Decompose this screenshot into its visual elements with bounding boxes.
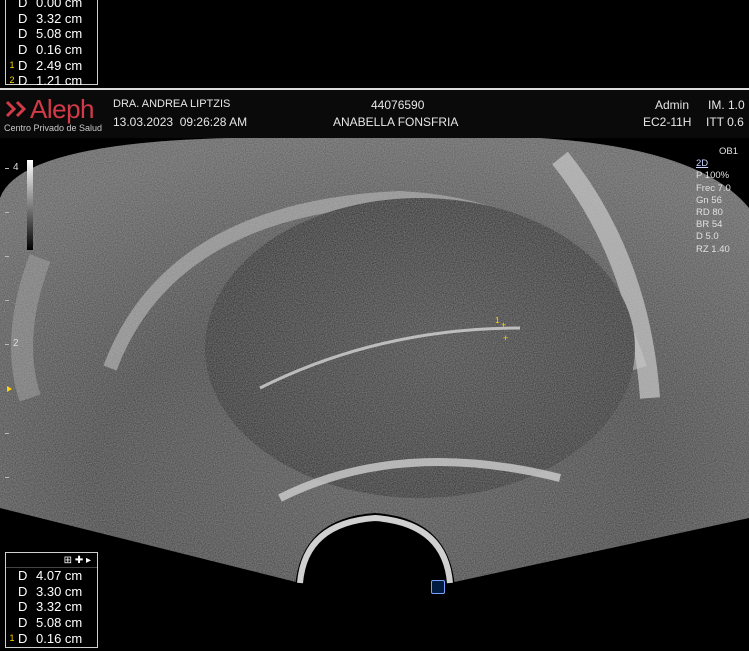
depth-tick [5, 168, 9, 169]
measurement-row: D 3.32 cm [6, 11, 97, 27]
measurement-label: D [18, 73, 28, 89]
measurement-label: D [18, 630, 28, 646]
focus-marker-icon [7, 386, 12, 392]
measurement-row: D 5.08 cm [6, 26, 97, 42]
orientation-icon[interactable] [431, 580, 445, 594]
depth-label: 2 [13, 338, 19, 349]
measurement-label: D [18, 568, 28, 584]
measurement-label: D [18, 57, 28, 73]
measurement-row: D 3.32 cm [6, 599, 97, 615]
depth-label: 4 [13, 162, 19, 173]
mechanical-index: IM. 1.0 [708, 98, 745, 112]
depth-tick [5, 344, 9, 345]
measurement-value: 0.00 cm [36, 0, 83, 11]
measurement-tools-icon[interactable]: ⊞ ✚ ▸ [64, 555, 91, 566]
param-line: P 100% [696, 170, 730, 182]
measurement-label: D [18, 0, 28, 11]
measurement-row: D 3.30 cm [6, 584, 97, 600]
param-line: BR 54 [696, 219, 723, 231]
measurement-row: 1 D 2.49 cm [6, 57, 97, 73]
measurement-value: 0.16 cm [36, 42, 83, 58]
probe-name: EC2-11H [643, 115, 692, 129]
measurement-label: D [18, 599, 28, 615]
depth-tick [5, 256, 9, 257]
logo: Aleph [30, 94, 95, 124]
measurement-value: 1.21 cm [36, 73, 83, 89]
doctor-name: DRA. ANDREA LIPTZIS [113, 98, 231, 110]
measurement-label: D [18, 10, 28, 26]
measurement-panel-top: D 0.00 cm D 3.32 cm D 5.08 cm D 0.16 cm 1 D 2.… [5, 0, 98, 88]
measurement-label: D [18, 583, 28, 599]
measurement-value: 3.32 cm [36, 599, 83, 615]
measurement-row: D 0.00 cm [6, 0, 97, 11]
caliper-marker: + [501, 320, 506, 330]
logo-subtitle: Centro Privado de Salud [4, 123, 103, 133]
measurement-panel-bottom: ⊞ ✚ ▸ D 4.07 cm D 3.30 cm D 3.32 cm D 5.08 c… [5, 552, 98, 648]
param-line: Gn 56 [696, 194, 722, 206]
depth-tick [5, 433, 9, 434]
header-bar: Aleph Centro Privado de Salud DRA. ANDRE… [0, 88, 749, 138]
caliper-marker: 1 [495, 316, 500, 325]
mode-label: 2D [696, 158, 709, 170]
measurement-value: 2.49 cm [36, 57, 83, 73]
measurement-value: 3.32 cm [36, 10, 83, 26]
measurement-value: 3.30 cm [36, 583, 83, 599]
preset-name: OB1 [718, 146, 738, 157]
measurement-index: 2 [9, 75, 15, 86]
measurement-index: 1 [9, 59, 15, 70]
measurement-value: 5.08 cm [36, 26, 83, 42]
measurement-value: 5.08 cm [36, 615, 83, 631]
measurement-index: 1 [9, 632, 15, 643]
measurement-label: D [18, 26, 28, 42]
depth-tick [5, 212, 9, 213]
measurement-row: D 5.08 cm [6, 615, 97, 631]
measurement-label: D [18, 42, 28, 58]
measurement-label: D [18, 615, 28, 631]
patient-id: 44076590 [371, 98, 425, 112]
grayscale-bar [27, 160, 33, 250]
depth-tick [5, 477, 9, 478]
measurement-row: 2 D 1.21 cm [6, 73, 97, 89]
ultrasound-image: 1 + + [0, 138, 749, 588]
logo-mark-icon [5, 100, 27, 118]
param-line: D 5.0 [696, 231, 719, 243]
scan-parameters: OB1 2D P 100% Frec 7.0 Gn 56 RD 80 BR 54… [696, 146, 738, 256]
thermal-index: ITT 0.6 [706, 115, 744, 129]
param-line: Frec 7.0 [696, 182, 731, 194]
param-line: RD 80 [696, 207, 723, 219]
depth-tick [5, 300, 9, 301]
measurement-row: D 4.07 cm [6, 568, 97, 584]
measurement-value: 4.07 cm [36, 568, 83, 584]
param-line: RZ 1.40 [696, 243, 730, 255]
user-name: Admin [655, 98, 690, 112]
measurement-value: 0.16 cm [36, 630, 83, 646]
measurement-row: 1 D 0.16 cm [6, 630, 97, 646]
patient-name: ANABELLA FONSFRIA [333, 115, 459, 129]
measurement-row: D 0.16 cm [6, 42, 97, 58]
exam-datetime: 13.03.2023 09:26:28 AM [113, 115, 248, 129]
measurement-toolbar[interactable]: ⊞ ✚ ▸ [6, 553, 97, 568]
caliper-marker: + [503, 333, 508, 343]
